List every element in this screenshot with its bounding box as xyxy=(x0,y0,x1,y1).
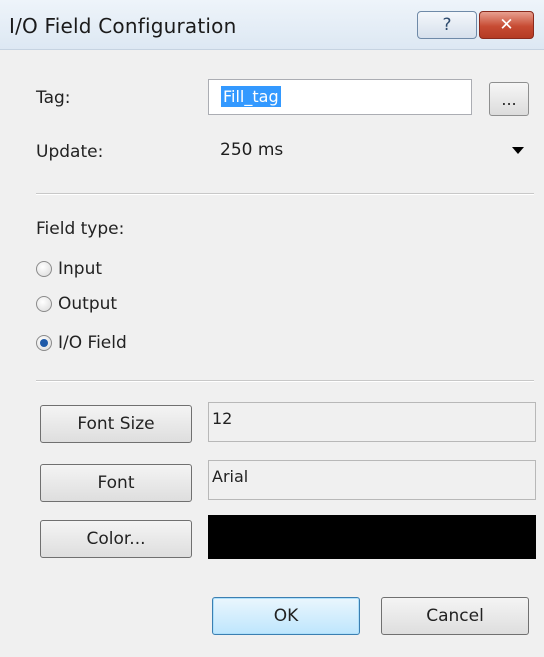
radio-io-field-label: I/O Field xyxy=(58,333,127,353)
dialog-title: I/O Field Configuration xyxy=(9,14,237,38)
font-size-value: 12 xyxy=(212,409,233,428)
close-button[interactable]: ✕ xyxy=(479,11,534,39)
color-swatch xyxy=(208,515,536,559)
browse-tag-button[interactable]: ... xyxy=(489,82,529,116)
font-value: Arial xyxy=(212,467,249,486)
ellipsis-icon: ... xyxy=(501,89,517,109)
radio-output-circle[interactable] xyxy=(36,296,52,312)
font-size-button-label: Font Size xyxy=(77,414,155,434)
ok-button[interactable]: OK xyxy=(212,597,360,635)
chevron-down-icon xyxy=(512,147,524,154)
font-size-field: 12 xyxy=(208,402,536,442)
io-field-config-dialog: I/O Field Configuration ? ✕ Tag: Fill_ta… xyxy=(0,0,544,657)
title-bar[interactable]: I/O Field Configuration ? ✕ xyxy=(0,0,544,50)
radio-output-label: Output xyxy=(58,294,118,314)
separator xyxy=(36,193,534,195)
color-button[interactable]: Color... xyxy=(40,520,192,558)
close-icon: ✕ xyxy=(499,15,514,35)
cancel-button-label: Cancel xyxy=(426,606,484,626)
font-field: Arial xyxy=(208,460,536,500)
radio-input-circle[interactable] xyxy=(36,261,52,277)
separator xyxy=(36,380,534,382)
tag-input-value: Fill_tag xyxy=(221,86,281,107)
font-button[interactable]: Font xyxy=(40,464,192,502)
radio-input-label: Input xyxy=(58,259,103,279)
tag-input[interactable]: Fill_tag xyxy=(208,79,472,115)
color-button-label: Color... xyxy=(86,529,146,549)
tag-label: Tag: xyxy=(36,88,71,108)
help-button[interactable]: ? xyxy=(417,11,477,39)
field-type-label: Field type: xyxy=(36,219,125,239)
update-select[interactable]: 250 ms xyxy=(208,131,534,171)
radio-input[interactable]: Input xyxy=(36,257,102,281)
radio-io-field[interactable]: I/O Field xyxy=(36,331,127,355)
help-icon: ? xyxy=(442,15,452,35)
radio-output[interactable]: Output xyxy=(36,292,117,316)
ok-button-label: OK xyxy=(273,606,299,626)
update-label: Update: xyxy=(36,142,104,162)
update-selected-value: 250 ms xyxy=(220,140,284,160)
font-size-button[interactable]: Font Size xyxy=(40,405,192,443)
cancel-button[interactable]: Cancel xyxy=(381,597,529,635)
radio-io-field-circle[interactable] xyxy=(36,335,52,351)
font-button-label: Font xyxy=(97,473,135,493)
